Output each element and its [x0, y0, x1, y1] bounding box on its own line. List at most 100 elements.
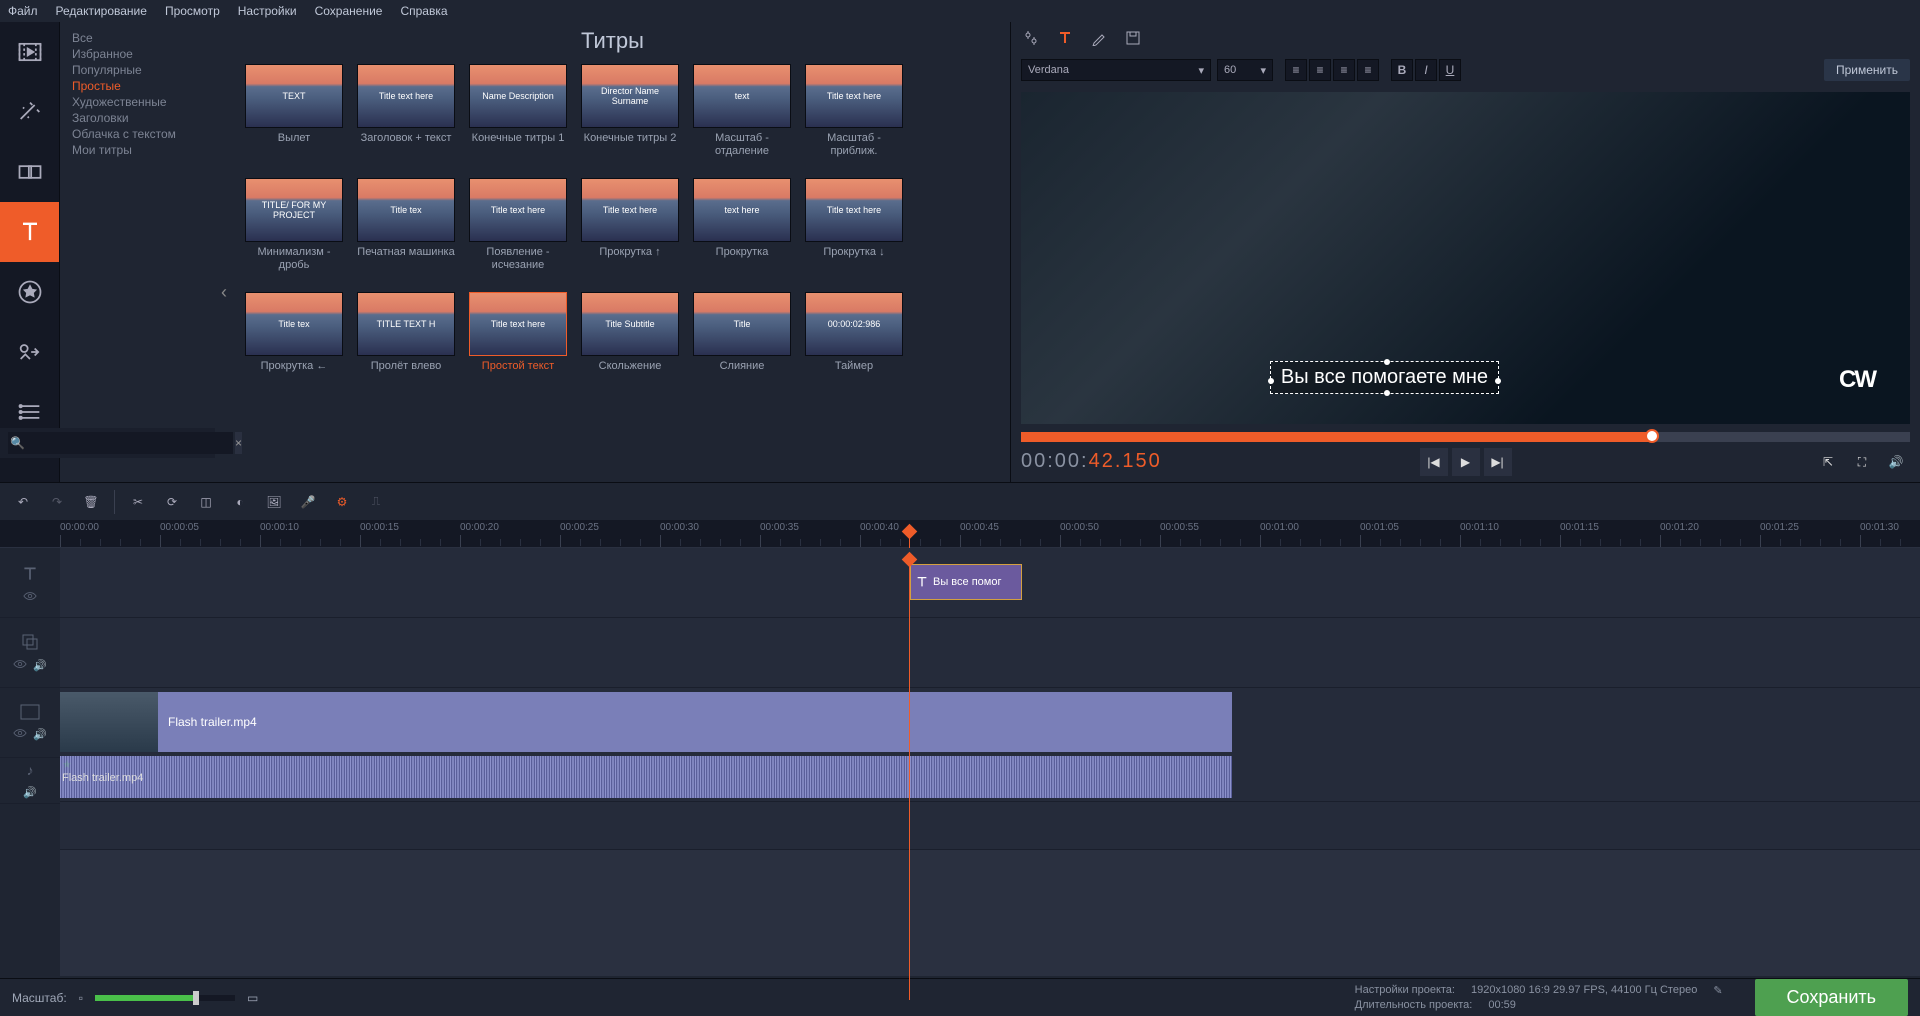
- tool-callouts[interactable]: [0, 322, 59, 382]
- title-preset-10[interactable]: text hereПрокрутка: [693, 178, 791, 272]
- zoom-out-icon[interactable]: ▫: [79, 991, 83, 1005]
- playhead[interactable]: [909, 560, 910, 1000]
- italic-button[interactable]: I: [1415, 59, 1437, 81]
- cat-speech[interactable]: Облачка с текстом: [72, 126, 211, 142]
- tool-import[interactable]: [0, 22, 59, 82]
- tracks-area[interactable]: Вы все помог Flash trailer.mp4 ★ Flash t…: [60, 548, 1920, 976]
- cat-popular[interactable]: Популярные: [72, 62, 211, 78]
- timeline-ruler[interactable]: 00:00:0000:00:0500:00:1000:00:1500:00:20…: [0, 520, 1920, 548]
- linked-audio-track[interactable]: ★ Flash trailer.mp4: [60, 754, 1920, 802]
- video-clip[interactable]: Flash trailer.mp4: [60, 692, 1232, 752]
- menu-help[interactable]: Справка: [400, 4, 447, 18]
- menu-file[interactable]: Файл: [8, 4, 38, 18]
- tool-transitions[interactable]: [0, 142, 59, 202]
- music-track[interactable]: [60, 802, 1920, 850]
- tool-stickers[interactable]: [0, 262, 59, 322]
- zoom-fit-icon[interactable]: ▭: [247, 991, 258, 1005]
- cat-all[interactable]: Все: [72, 30, 211, 46]
- save-button[interactable]: Сохранить: [1755, 979, 1908, 1016]
- play-icon[interactable]: ▶: [1452, 448, 1480, 476]
- chroma-icon[interactable]: 🖼: [259, 487, 289, 517]
- next-frame-icon[interactable]: ▶|: [1484, 448, 1512, 476]
- title-preset-5[interactable]: Title text hereМасштаб - приближ.: [805, 64, 903, 158]
- title-track-header[interactable]: [0, 548, 60, 618]
- title-preset-14[interactable]: Title text hereПростой текст: [469, 292, 567, 386]
- title-overlay[interactable]: Вы все помогаете мне: [1270, 361, 1499, 394]
- preview-viewport[interactable]: Вы все помогаете мне CW: [1021, 92, 1910, 424]
- align-justify-icon[interactable]: ≡: [1357, 59, 1379, 81]
- align-right-icon[interactable]: ≡: [1333, 59, 1355, 81]
- cat-simple[interactable]: Простые: [72, 78, 211, 94]
- preview-scrubber[interactable]: [1021, 432, 1910, 442]
- cat-fav[interactable]: Избранное: [72, 46, 211, 62]
- tool-filters[interactable]: [0, 82, 59, 142]
- status-bar: Масштаб: ▫ ▭ Настройки проекта: 1920x108…: [0, 978, 1920, 1016]
- title-preset-3[interactable]: Director Name SurnameКонечные титры 2: [581, 64, 679, 158]
- video-track[interactable]: Flash trailer.mp4: [60, 688, 1920, 756]
- equalizer-icon[interactable]: ⎍: [361, 487, 391, 517]
- title-preset-1[interactable]: Title text hereЗаголовок + текст: [357, 64, 455, 158]
- fullscreen-icon[interactable]: ⛶: [1848, 448, 1876, 476]
- overlay-track-header[interactable]: 🔊: [0, 618, 60, 688]
- font-select[interactable]: Verdana▾: [1021, 59, 1211, 81]
- detach-icon[interactable]: ⇱: [1814, 448, 1842, 476]
- title-preset-13[interactable]: TITLE TEXT HПролёт влево: [357, 292, 455, 386]
- crop-icon[interactable]: ◫: [191, 487, 221, 517]
- title-preset-4[interactable]: textМасштаб - отдаление: [693, 64, 791, 158]
- menu-save[interactable]: Сохранение: [315, 4, 383, 18]
- title-preset-8[interactable]: Title text hereПоявление - исчезание: [469, 178, 567, 272]
- delete-icon[interactable]: 🗑: [76, 487, 106, 517]
- cat-my[interactable]: Мои титры: [72, 142, 211, 158]
- cut-icon[interactable]: ✂: [123, 487, 153, 517]
- clip-props-icon[interactable]: [1021, 28, 1041, 48]
- tool-titles[interactable]: [0, 202, 59, 262]
- search-icon: 🔍: [10, 436, 25, 450]
- title-preset-2[interactable]: Name DescriptionКонечные титры 1: [469, 64, 567, 158]
- menu-settings[interactable]: Настройки: [238, 4, 297, 18]
- bold-button[interactable]: B: [1391, 59, 1413, 81]
- collapse-sidebar-icon[interactable]: ‹: [215, 282, 233, 312]
- fontsize-select[interactable]: 60▾: [1217, 59, 1273, 81]
- undo-icon[interactable]: ↶: [8, 487, 38, 517]
- title-preset-17[interactable]: 00:00:02:986Таймер: [805, 292, 903, 386]
- title-preset-12[interactable]: Title texПрокрутка ←: [245, 292, 343, 386]
- title-preset-6[interactable]: TITLE/ FOR MY PROJECTМинимализм - дробь: [245, 178, 343, 272]
- underline-button[interactable]: U: [1439, 59, 1461, 81]
- cat-artistic[interactable]: Художественные: [72, 94, 211, 110]
- overlay-track[interactable]: [60, 618, 1920, 688]
- title-preset-7[interactable]: Title texПечатная машинка: [357, 178, 455, 272]
- color-adjust-icon[interactable]: ◐: [225, 487, 255, 517]
- clear-search-icon[interactable]: ×: [235, 432, 242, 454]
- title-clip[interactable]: Вы все помог: [910, 564, 1022, 600]
- text-props-icon[interactable]: [1055, 28, 1075, 48]
- rotate-icon[interactable]: ⟳: [157, 487, 187, 517]
- audio-clip[interactable]: ★ Flash trailer.mp4: [60, 756, 1232, 798]
- prev-frame-icon[interactable]: |◀: [1420, 448, 1448, 476]
- title-preset-0[interactable]: TEXTВылет: [245, 64, 343, 158]
- align-left-icon[interactable]: ≡: [1285, 59, 1307, 81]
- clip-properties-icon[interactable]: ⚙: [327, 487, 357, 517]
- edit-settings-icon[interactable]: ✎: [1713, 984, 1722, 997]
- search-input[interactable]: [8, 432, 233, 454]
- menu-view[interactable]: Просмотр: [165, 4, 220, 18]
- apply-button[interactable]: Применить: [1824, 59, 1910, 81]
- preview-panel: Verdana▾ 60▾ ≡ ≡ ≡ ≡ B I U Применить Вы …: [1010, 22, 1920, 482]
- title-track[interactable]: Вы все помог: [60, 548, 1920, 618]
- menu-bar: Файл Редактирование Просмотр Настройки С…: [0, 0, 1920, 22]
- record-audio-icon[interactable]: 🎤: [293, 487, 323, 517]
- color-props-icon[interactable]: [1089, 28, 1109, 48]
- volume-icon[interactable]: 🔊: [1882, 448, 1910, 476]
- title-preset-16[interactable]: TitleСлияние: [693, 292, 791, 386]
- menu-edit[interactable]: Редактирование: [56, 4, 147, 18]
- zoom-slider[interactable]: [95, 995, 235, 1001]
- redo-icon[interactable]: ↷: [42, 487, 72, 517]
- align-center-icon[interactable]: ≡: [1309, 59, 1331, 81]
- save-preset-icon[interactable]: [1123, 28, 1143, 48]
- title-preset-9[interactable]: Title text hereПрокрутка ↑: [581, 178, 679, 272]
- cat-headlines[interactable]: Заголовки: [72, 110, 211, 126]
- title-preset-15[interactable]: Title SubtitleСкольжение: [581, 292, 679, 386]
- timeline-toolbar: ↶ ↷ 🗑 ✂ ⟳ ◫ ◐ 🖼 🎤 ⚙ ⎍: [0, 482, 1920, 520]
- audio-track-header[interactable]: ♪ 🔊: [0, 758, 60, 804]
- title-preset-11[interactable]: Title text hereПрокрутка ↓: [805, 178, 903, 272]
- video-track-header[interactable]: 🔊: [0, 688, 60, 758]
